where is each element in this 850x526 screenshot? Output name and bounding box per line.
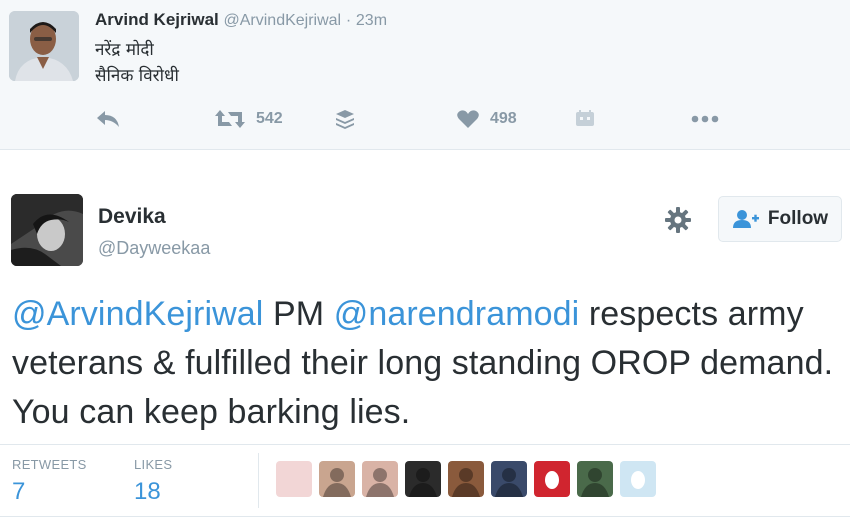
layers-icon (336, 110, 354, 129)
mention-link[interactable]: @narendramodi (334, 295, 580, 333)
avatar-image (409, 468, 437, 497)
divider (258, 453, 259, 508)
avatar-image (9, 11, 79, 81)
liker-avatar[interactable] (405, 461, 441, 497)
robot-face-icon (576, 110, 594, 126)
more-button[interactable] (690, 104, 720, 134)
liker-avatar[interactable] (577, 461, 613, 497)
likes-count[interactable]: 18 (134, 478, 161, 506)
add-user-icon (732, 210, 759, 228)
parent-tweet-header: Arvind Kejriwal @ArvindKejriwal · 23m (95, 10, 387, 30)
parent-tweet: Arvind Kejriwal @ArvindKejriwal · 23m नर… (0, 0, 850, 150)
egg-icon (631, 471, 645, 489)
follow-button[interactable]: Follow (718, 196, 842, 242)
tweet-actions: 542 498 (0, 104, 850, 134)
separator-dot: · (345, 12, 352, 29)
author-handle[interactable]: @ArvindKejriwal (224, 12, 342, 29)
liker-avatar[interactable] (319, 461, 355, 497)
mention-link[interactable]: @ArvindKejriwal (12, 295, 263, 333)
tweet-text-line: सैनिक विरोधी (95, 66, 179, 86)
author-name[interactable]: Arvind Kejriwal (95, 10, 219, 29)
reply-icon (97, 111, 119, 127)
liker-avatar[interactable] (276, 461, 312, 497)
more-dots-icon (691, 115, 719, 123)
follow-label: Follow (767, 208, 829, 229)
avatar-image (452, 468, 480, 497)
avatar-image (495, 468, 523, 497)
reply-button[interactable] (95, 104, 121, 134)
retweets-label: RETWEETS (12, 457, 87, 472)
liker-avatars (276, 461, 663, 497)
author-handle[interactable]: @Dayweekaa (98, 238, 210, 259)
avatar-image (323, 468, 351, 497)
retweet-count: 542 (256, 110, 283, 127)
gear-icon (665, 207, 691, 233)
avatar-image (11, 194, 83, 266)
egg-icon (545, 471, 559, 489)
like-button[interactable]: 498 (456, 104, 517, 134)
avatar[interactable] (11, 194, 83, 266)
divider (0, 444, 850, 445)
liker-avatar[interactable] (534, 461, 570, 497)
settings-button[interactable] (664, 206, 692, 234)
like-count: 498 (490, 110, 517, 127)
liker-avatar[interactable] (362, 461, 398, 497)
retweets-count[interactable]: 7 (12, 478, 25, 506)
heart-icon (457, 110, 479, 128)
tweet-text-segment: PM (263, 295, 334, 333)
buffer-button[interactable] (334, 104, 356, 134)
likes-label: LIKES (134, 457, 173, 472)
avatar-image (581, 468, 609, 497)
author-name[interactable]: Devika (98, 205, 166, 229)
divider (0, 516, 850, 517)
avatar[interactable] (9, 11, 79, 81)
avatar-image (366, 468, 394, 497)
tweet-text-line: नरेंद्र मोदी (95, 40, 154, 60)
tweet-text: @ArvindKejriwal PM @narendramodi respect… (12, 290, 842, 437)
timestamp[interactable]: 23m (356, 12, 387, 29)
liker-avatar[interactable] (448, 461, 484, 497)
liker-avatar[interactable] (620, 461, 656, 497)
retweet-button[interactable]: 542 (214, 104, 283, 134)
liker-avatar[interactable] (491, 461, 527, 497)
retweet-icon (215, 110, 245, 128)
media-button[interactable] (574, 104, 596, 134)
